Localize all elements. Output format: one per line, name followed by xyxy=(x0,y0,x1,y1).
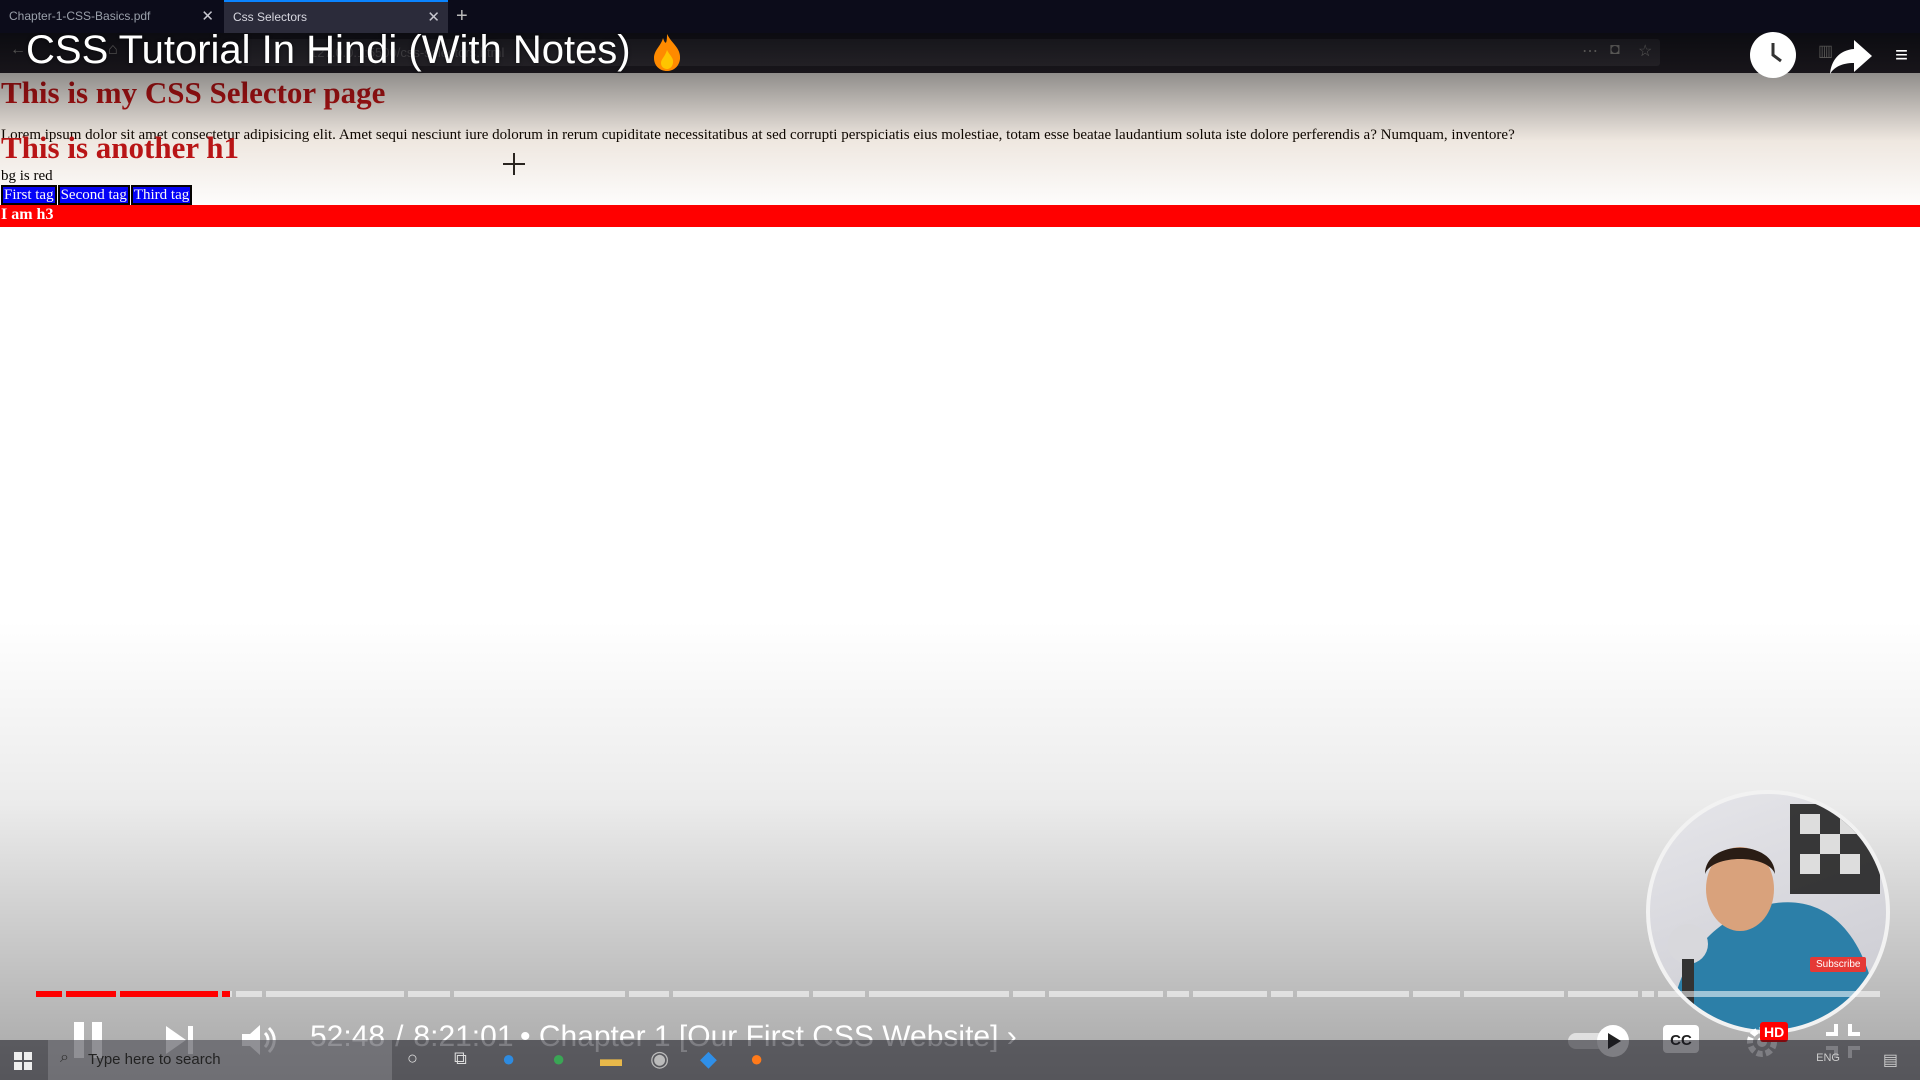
windows-taskbar: ⌕ Type here to search ○ ⧉ ● ● ▬ ◉ ◆ ● EN… xyxy=(0,1040,1920,1080)
tag-list: First tag Second tag Third tag xyxy=(1,185,193,205)
vscode-icon[interactable]: ◆ xyxy=(700,1046,717,1072)
h3-bar: I am h3 xyxy=(0,205,1920,227)
progress-bar[interactable] xyxy=(36,991,1884,997)
third-tag: Third tag xyxy=(130,185,193,205)
task-view-icon[interactable]: ⧉ xyxy=(454,1048,467,1069)
video-title[interactable]: CSS Tutorial In Hindi (With Notes) xyxy=(26,28,631,73)
progress-segment[interactable] xyxy=(868,991,1010,997)
taskbar-search-placeholder: Type here to search xyxy=(88,1051,221,1068)
progress-segment[interactable] xyxy=(1463,991,1564,997)
hd-badge: HD xyxy=(1760,1022,1789,1042)
menu-icon[interactable]: ≡ xyxy=(1895,42,1908,68)
subscribe-badge[interactable]: Subscribe xyxy=(1810,957,1867,972)
obs-icon[interactable]: ◉ xyxy=(650,1046,669,1072)
progress-segment[interactable] xyxy=(1049,991,1164,997)
progress-segment[interactable] xyxy=(1193,991,1268,997)
progress-played-segment xyxy=(36,991,63,997)
progress-played-segment xyxy=(120,991,219,997)
progress-segment[interactable] xyxy=(266,991,405,997)
notification-icon[interactable]: ▤ xyxy=(1883,1050,1898,1070)
search-icon: ⌕ xyxy=(60,1049,69,1066)
progress-played-segment xyxy=(66,991,117,997)
progress-segment[interactable] xyxy=(628,991,669,997)
progress-segment[interactable] xyxy=(454,991,625,997)
tab-label: Css Selectors xyxy=(233,10,308,24)
cortana-icon[interactable]: ○ xyxy=(407,1048,418,1069)
progress-segment[interactable] xyxy=(1013,991,1046,997)
progress-segment[interactable] xyxy=(1567,991,1638,997)
h3-text: I am h3 xyxy=(1,206,54,223)
tab-label: Chapter-1-CSS-Basics.pdf xyxy=(9,9,151,23)
progress-segment[interactable] xyxy=(812,991,865,997)
progress-segment[interactable] xyxy=(408,991,451,997)
chrome-icon[interactable]: ● xyxy=(552,1046,565,1072)
video-top-actions: ≡ xyxy=(1708,32,1908,78)
progress-segment[interactable] xyxy=(672,991,809,997)
another-heading: This is another h1 xyxy=(1,130,240,165)
crosshair-cursor-icon xyxy=(503,153,525,175)
progress-segment[interactable] xyxy=(1413,991,1460,997)
edge-icon[interactable]: ● xyxy=(502,1046,515,1072)
progress-segment[interactable] xyxy=(1297,991,1410,997)
back-arrow-icon[interactable]: ← xyxy=(10,41,26,59)
fire-emoji-icon xyxy=(654,34,681,71)
second-tag: Second tag xyxy=(57,185,130,205)
bg-red-text: bg is red xyxy=(1,168,53,184)
page-viewport: This is my CSS Selector page Lorem ipsum… xyxy=(0,73,1920,1040)
progress-segment[interactable] xyxy=(1641,991,1654,997)
progress-segment[interactable] xyxy=(1167,991,1190,997)
bookmark-star-icon[interactable]: ☆ xyxy=(1638,41,1652,61)
tray-language[interactable]: ENG xyxy=(1816,1052,1840,1064)
webcam-overlay: Subscribe xyxy=(1646,790,1890,1034)
windows-start-icon[interactable] xyxy=(14,1052,32,1070)
first-tag: First tag xyxy=(1,185,57,205)
more-actions-icon[interactable]: ⋯ xyxy=(1582,41,1598,61)
watch-later-clock-icon[interactable] xyxy=(1750,32,1796,78)
progress-segment[interactable] xyxy=(1271,991,1294,997)
firefox-icon[interactable]: ● xyxy=(750,1046,763,1072)
progress-segment[interactable] xyxy=(1657,991,1880,997)
share-arrow-icon[interactable] xyxy=(1828,36,1874,76)
file-explorer-icon[interactable]: ▬ xyxy=(600,1046,622,1072)
page-heading: This is my CSS Selector page xyxy=(1,75,386,110)
progress-segment[interactable] xyxy=(236,991,263,997)
pocket-icon[interactable]: ◘ xyxy=(1610,41,1620,59)
progress-played-segment xyxy=(222,991,231,997)
